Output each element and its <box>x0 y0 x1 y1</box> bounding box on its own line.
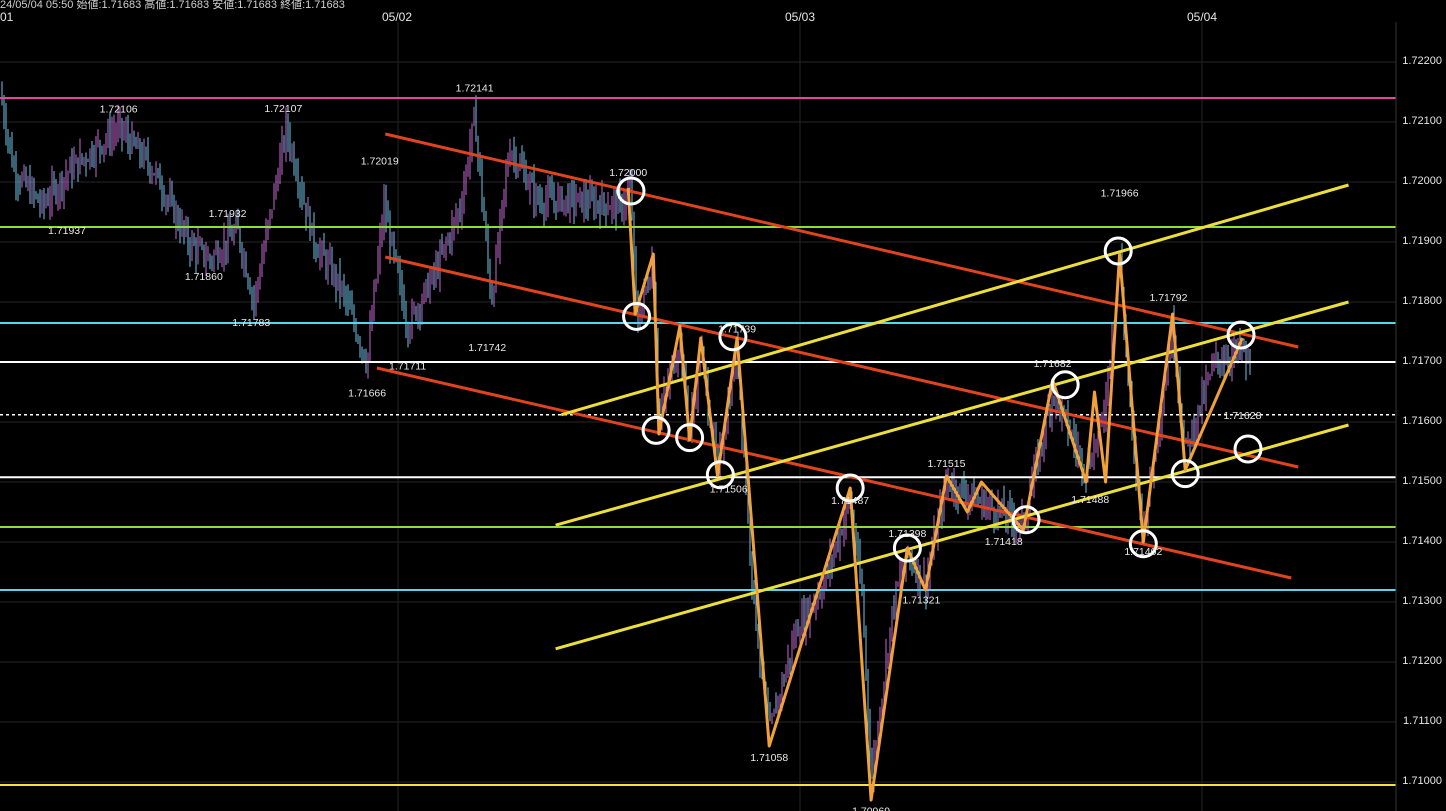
price-label: 1.71783 <box>232 317 270 329</box>
price-label: 1.71966 <box>1101 187 1139 199</box>
y-tick: 1.71400 <box>1402 535 1442 547</box>
price-label: 1.71398 <box>888 528 926 540</box>
price-label: 1.71628 <box>1223 410 1261 422</box>
price-label: 1.71402 <box>1124 546 1162 558</box>
price-label: 1.71860 <box>185 271 223 283</box>
price-label: 1.72106 <box>100 103 138 115</box>
price-chart[interactable]: 1.72106 1.72107 1.72141 1.72019 1.71937 1.719… <box>0 0 1446 811</box>
y-tick: 1.72100 <box>1402 115 1442 127</box>
y-tick: 1.71700 <box>1402 355 1442 367</box>
y-tick: 1.71800 <box>1402 295 1442 307</box>
price-label: 1.71515 <box>928 458 966 470</box>
price-label: 1.71488 <box>1071 494 1109 506</box>
price-label: 1.71932 <box>209 208 247 220</box>
price-label: 1.72019 <box>361 156 399 168</box>
y-tick: 1.72000 <box>1402 175 1442 187</box>
x-axis-partial-label: 01 <box>0 10 14 24</box>
y-tick: 1.71100 <box>1403 715 1442 727</box>
x-tick-0502: 05/02 <box>382 10 413 24</box>
price-label: 1.71937 <box>48 225 86 237</box>
price-label: 1.71682 <box>1034 358 1072 370</box>
price-label: 1.70969 <box>852 806 890 811</box>
x-tick-0504: 05/04 <box>1187 10 1218 24</box>
y-tick: 1.71500 <box>1402 475 1442 487</box>
price-label: 1.71418 <box>985 536 1023 548</box>
price-label: 1.71792 <box>1149 292 1187 304</box>
price-label: 1.72141 <box>456 82 494 94</box>
y-tick: 1.71900 <box>1402 235 1442 247</box>
price-label: 1.71711 <box>389 360 426 372</box>
price-label: 1.71487 <box>831 495 869 507</box>
y-tick: 1.71300 <box>1402 595 1442 607</box>
price-label: 1.71058 <box>750 752 788 764</box>
y-tick: 1.72200 <box>1402 55 1442 67</box>
y-tick: 1.71600 <box>1402 415 1442 427</box>
x-tick-0503: 05/03 <box>785 10 816 24</box>
price-label: 1.71506 <box>710 483 748 495</box>
price-label: 1.71742 <box>468 342 506 354</box>
price-label: 1.71321 <box>902 594 940 606</box>
ohlc-header: 24/05/04 05:50 始値:1.71683 高値:1.71683 安値:… <box>0 0 345 11</box>
price-label: 1.72000 <box>609 167 647 179</box>
price-label: 1.72107 <box>264 103 302 115</box>
y-tick: 1.71200 <box>1402 655 1442 667</box>
y-tick: 1.71000 <box>1402 775 1442 787</box>
price-label: 1.71666 <box>348 387 386 399</box>
price-axis[interactable]: 1.72200 1.72100 1.72000 1.71900 1.71800 1.717… <box>1396 22 1446 811</box>
price-label: 1.71739 <box>718 324 756 336</box>
